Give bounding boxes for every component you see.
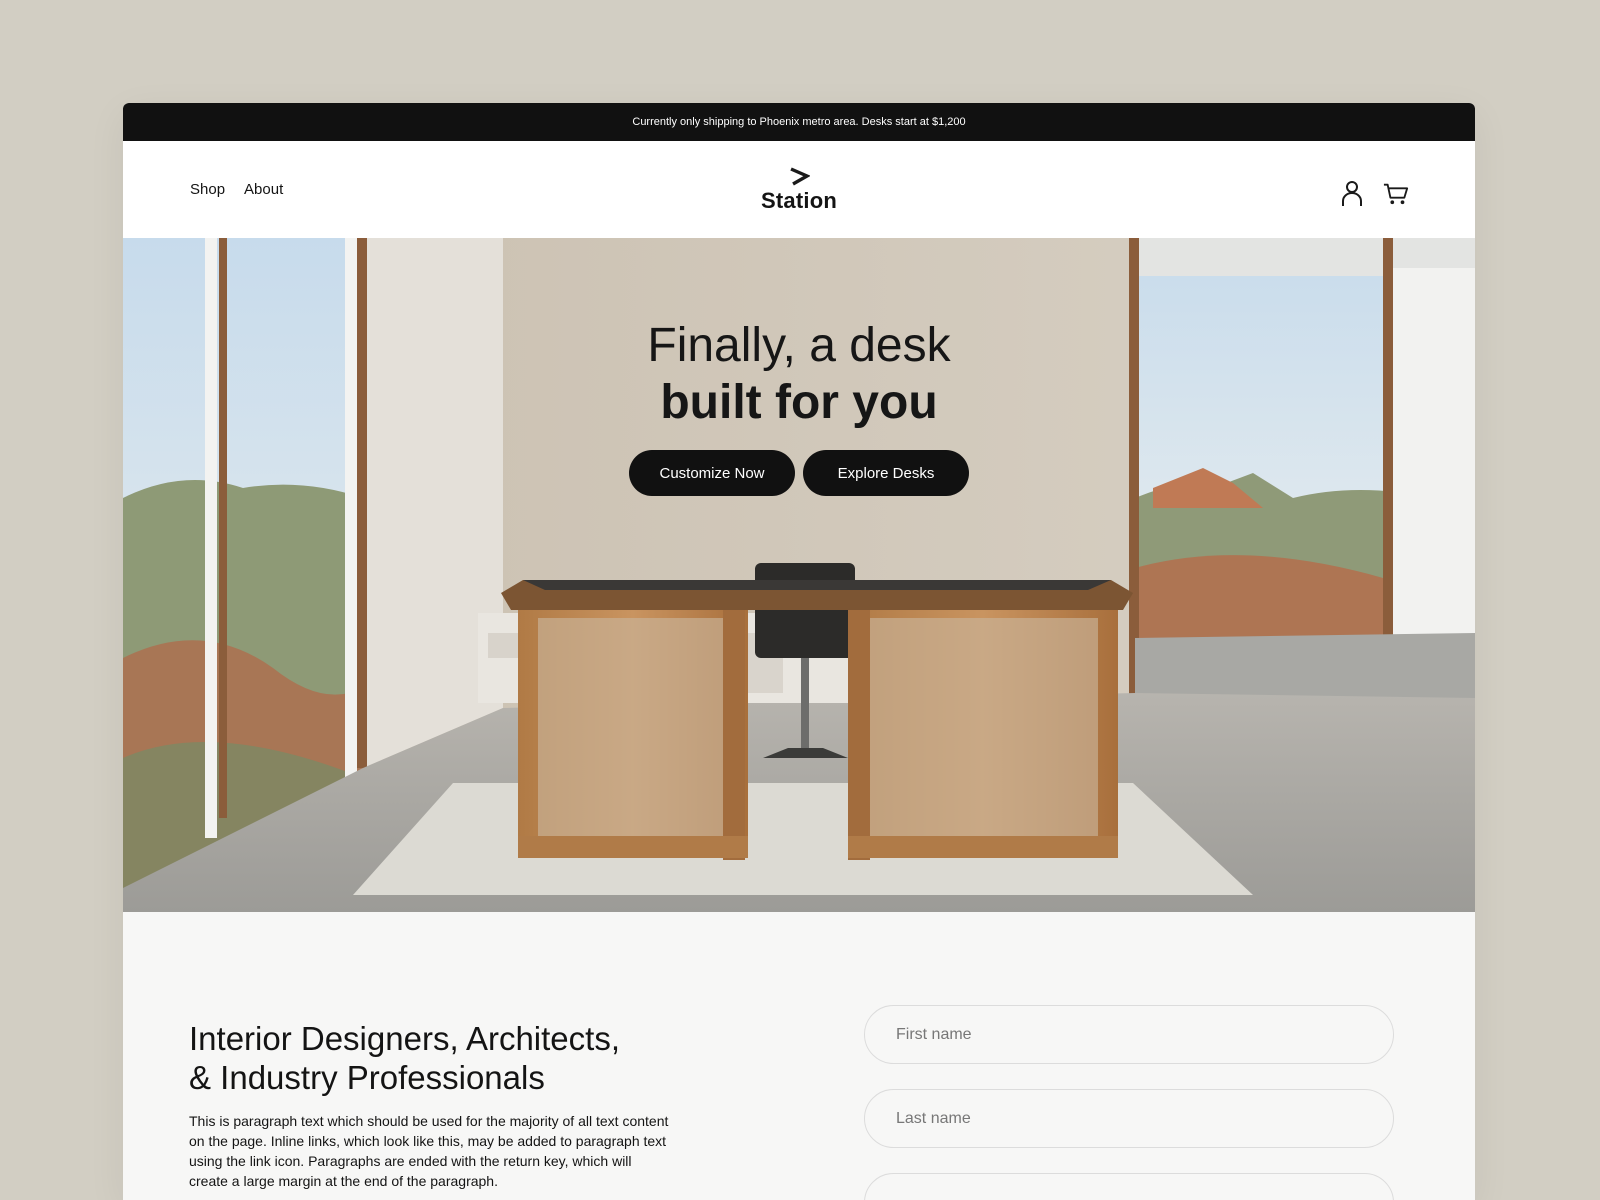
professionals-title: Interior Designers, Architects, & Indust… xyxy=(189,1019,689,1097)
chevron-right-icon xyxy=(790,167,810,186)
professionals-section: Interior Designers, Architects, & Indust… xyxy=(123,912,1475,1200)
nav-shop-link[interactable]: Shop xyxy=(190,181,225,198)
first-name-field[interactable] xyxy=(864,1005,1394,1064)
brand-name: Station xyxy=(761,188,837,213)
nav-about-link[interactable]: About xyxy=(244,181,283,198)
customize-now-button[interactable]: Customize Now xyxy=(629,450,795,496)
hero-title-line1: Finally, a desk xyxy=(647,319,951,372)
header-actions xyxy=(1339,179,1409,207)
brand-logo[interactable]: Station xyxy=(761,167,837,214)
announcement-bar: Currently only shipping to Phoenix metro… xyxy=(123,103,1475,141)
hero-section: Finally, a desk built for you Customize … xyxy=(123,238,1475,912)
last-name-field[interactable] xyxy=(864,1089,1394,1148)
professionals-title-line2: & Industry Professionals xyxy=(189,1059,545,1096)
hero-copy: Finally, a desk built for you Customize … xyxy=(123,318,1475,496)
user-icon[interactable] xyxy=(1339,179,1365,207)
announcement-text: Currently only shipping to Phoenix metro… xyxy=(632,116,966,128)
professionals-title-line1: Interior Designers, Architects, xyxy=(189,1020,620,1057)
explore-desks-button[interactable]: Explore Desks xyxy=(803,450,969,496)
third-form-field[interactable] xyxy=(864,1173,1394,1200)
site-header: Shop About Station xyxy=(123,141,1475,238)
professionals-paragraph: This is paragraph text which should be u… xyxy=(189,1113,669,1189)
browser-page: Currently only shipping to Phoenix metro… xyxy=(123,103,1475,1200)
hero-title-line2: built for you xyxy=(660,376,938,429)
main-nav: Shop About xyxy=(190,181,283,198)
cart-icon[interactable] xyxy=(1383,179,1409,207)
hero-buttons: Customize Now Explore Desks xyxy=(123,450,1475,496)
